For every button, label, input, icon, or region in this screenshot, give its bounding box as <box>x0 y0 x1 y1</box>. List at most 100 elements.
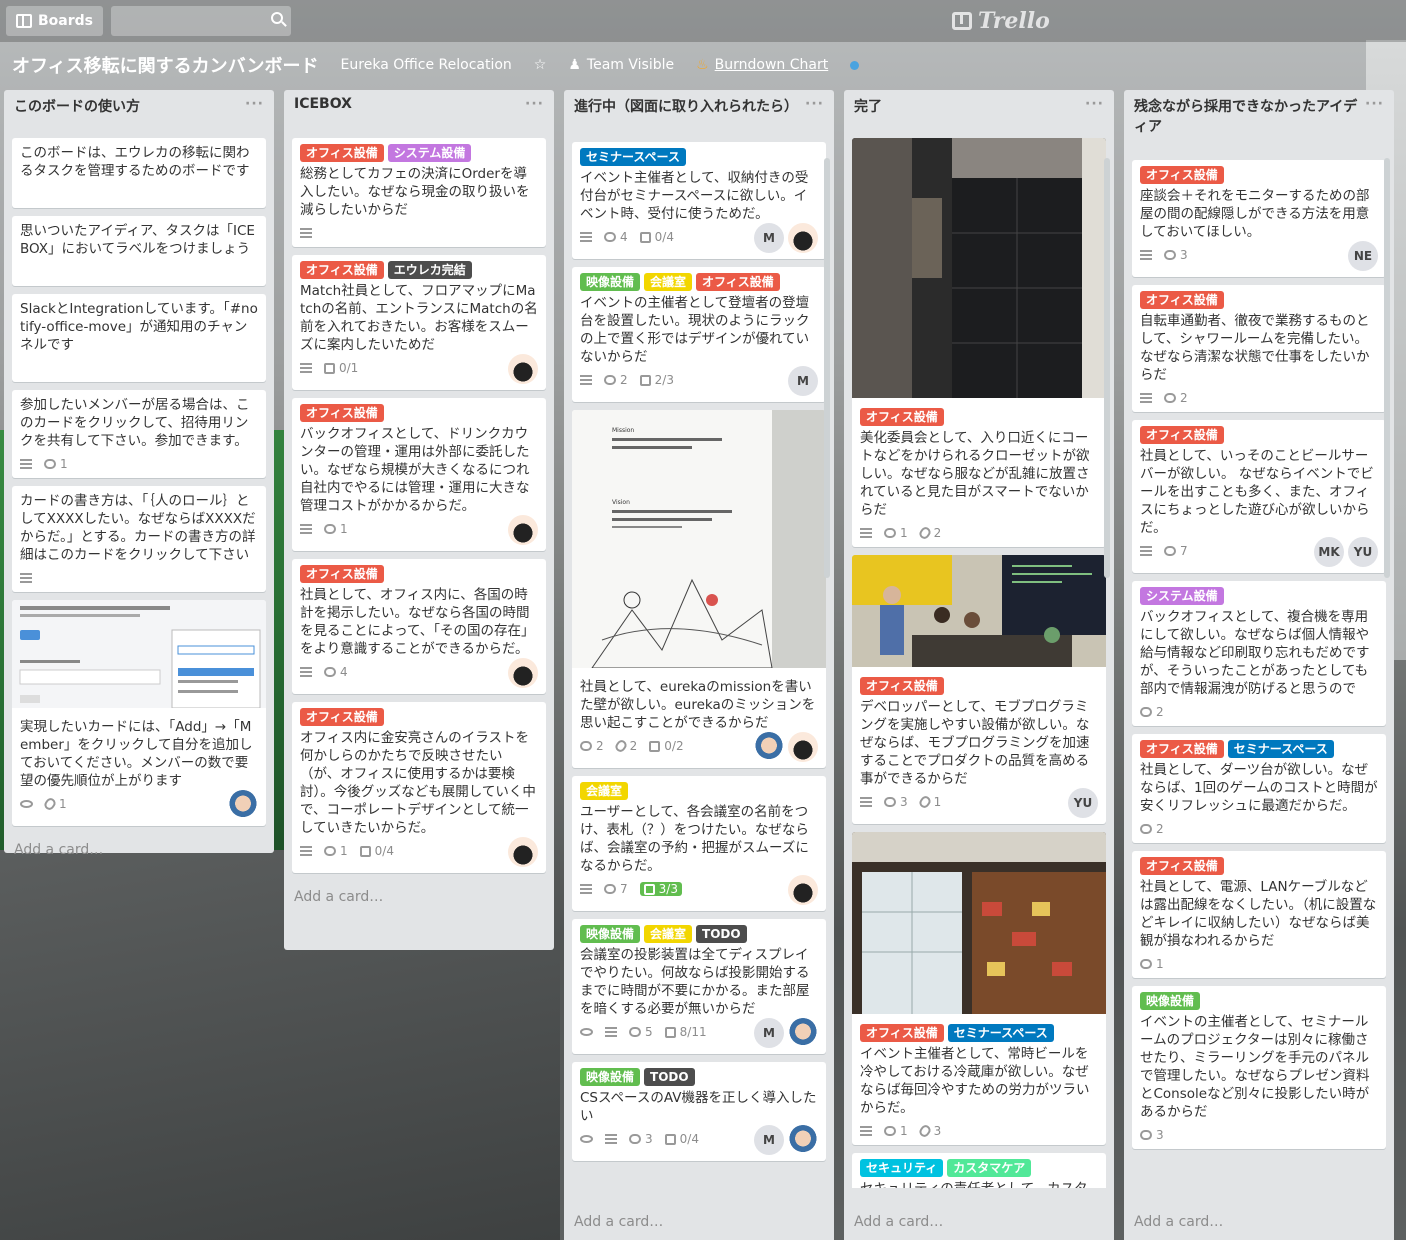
card[interactable]: システム設備 バックオフィスとして、複合機を専用にして欲しい。なぜならば個人情報や… <box>1132 581 1386 726</box>
card[interactable]: 参加したいメンバーが居る場合は、このカードをクリックして、招待用リンクを共有して… <box>12 390 266 478</box>
comment-icon <box>580 741 592 751</box>
burndown-chart-link[interactable]: ♨ Burndown Chart <box>696 57 828 73</box>
card[interactable]: オフィス設備 社員として、電源、LANケーブルなどは露出配線をなくしたい。（机に設… <box>1132 851 1386 978</box>
card-labels: オフィス設備 <box>1140 857 1378 875</box>
add-card-button[interactable]: Add a card… <box>284 881 554 915</box>
card[interactable]: オフィス設備 美化委員会として、入り口近くにコートなどをかけられるクローゼットが欲… <box>852 138 1106 547</box>
list-title[interactable]: 進行中（図面に取り入れられたら） <box>574 96 798 118</box>
card[interactable]: オフィス設備 自転車通勤者、徹夜で業務するものとして、シャワールームを完備したい。… <box>1132 285 1386 412</box>
card[interactable]: SlackとIntegrationしています。「#notify-office-m… <box>12 294 266 382</box>
member-avatar[interactable]: M <box>754 1125 784 1155</box>
list-menu-icon[interactable]: ··· <box>805 96 824 118</box>
card-labels: 映像設備 <box>1140 992 1378 1010</box>
card-badges: 0/1 <box>300 360 538 376</box>
comment-icon <box>884 1126 896 1136</box>
member-avatar[interactable] <box>788 223 818 253</box>
card-title: 思いついたアイディア、タスクは「ICE BOX」においてラベルをつけましょう <box>20 223 255 257</box>
card-members: M <box>754 1125 818 1155</box>
list-title[interactable]: このボードの使い方 <box>14 96 140 118</box>
member-avatar[interactable] <box>788 732 818 762</box>
card-labels: オフィス設備 <box>300 708 538 726</box>
comment-icon <box>44 459 56 469</box>
list-scrollbar[interactable] <box>1384 158 1390 578</box>
member-avatar[interactable]: M <box>754 223 784 253</box>
comments-badge: 1 <box>884 526 908 540</box>
list-scrollbar[interactable] <box>824 158 830 578</box>
list-scrollbar[interactable] <box>1104 158 1110 578</box>
card-label: 会議室 <box>580 782 629 800</box>
list-title[interactable]: 完了 <box>854 96 882 118</box>
card-title: このボードは、エウレカの移転に関わるタスクを管理するためのボードです <box>20 145 250 179</box>
checklist-badge: 0/4 <box>359 844 394 858</box>
comments-badge: 2 <box>580 739 604 753</box>
member-avatar[interactable]: YU <box>1348 537 1378 567</box>
card[interactable]: 実現したいカードには、「Add」→「Member」をクリックして自分を追加してお… <box>12 600 266 826</box>
card-labels: オフィス設備 <box>1140 426 1378 444</box>
member-avatar[interactable] <box>788 875 818 905</box>
list-menu-icon[interactable]: ··· <box>1085 96 1104 118</box>
search-input[interactable] <box>111 6 291 36</box>
card[interactable]: セミナースペース イベント主催者として、収納付きの受付台がセミナースペースに欲しい… <box>572 142 826 259</box>
list-menu-icon[interactable]: ··· <box>525 96 544 118</box>
card[interactable]: オフィス設備 バックオフィスとして、ドリンクカウンターの管理・運用は外部に委託した… <box>292 398 546 551</box>
card-cover-image <box>852 832 1106 1018</box>
card[interactable]: このボードは、エウレカの移転に関わるタスクを管理するためのボードです <box>12 138 266 208</box>
board-title[interactable]: オフィス移転に関するカンバンボード <box>12 52 319 78</box>
visibility-button[interactable]: ♟ Team Visible <box>568 57 674 73</box>
member-avatar[interactable] <box>508 658 538 688</box>
attachments-count: 3 <box>933 1124 942 1138</box>
board-header: オフィス移転に関するカンバンボード Eureka Office Relocati… <box>0 46 1406 84</box>
card[interactable]: 映像設備 TODO CSスペースのAV機器を正しく導入したい 3 0/4 M <box>572 1062 826 1161</box>
boards-button[interactable]: Boards <box>6 6 103 36</box>
member-avatar[interactable] <box>754 732 784 762</box>
card[interactable]: セキュリティカスタマケアセキュリティの責任者として、カスタマーサポートの部屋が <box>852 1153 1106 1188</box>
card[interactable]: オフィス設備 デベロッパーとして、モブプログラミングを実施しやすい設備が欲しい。な… <box>852 555 1106 824</box>
add-card-button[interactable]: Add a card… <box>4 834 274 868</box>
list-menu-icon[interactable]: ··· <box>245 96 264 118</box>
search-icon[interactable] <box>271 12 283 24</box>
member-avatar[interactable] <box>508 354 538 384</box>
card[interactable]: オフィス設備 システム設備 総務としてカフェの決済にOrderを導入したい。なぜなら… <box>292 138 546 247</box>
checklist-badge: 0/1 <box>324 361 358 375</box>
card-title: ユーザーとして、各会議室の名前をつけ、表札（？）をつけたい。なぜならば、会議室の… <box>580 804 809 874</box>
card[interactable]: オフィス設備 社員として、いっそのことビールサーバーが欲しい。 なぜならイベントで… <box>1132 420 1386 573</box>
card[interactable]: オフィス設備 セミナースペース イベント主催者として、常時ビールを冷やしておける冷蔵… <box>852 832 1106 1145</box>
member-avatar[interactable] <box>788 1125 818 1155</box>
card[interactable]: 映像設備 イベントの主催者として、セミナールームのプロジェクターは別々に稼働させた… <box>1132 986 1386 1149</box>
card[interactable]: カードの書き方は、「｛人のロール｝としてXXXXしたい。なぜならばXXXXだから… <box>12 486 266 592</box>
card[interactable]: 会議室ユーザーとして、各会議室の名前をつけ、表札（？）をつけたい。なぜならば、会… <box>572 776 826 911</box>
card[interactable]: Mission Vision 社員として、eurekaのmissionを書いた壁が欲… <box>572 410 826 768</box>
star-button[interactable]: ☆ <box>534 57 547 73</box>
list-menu-icon[interactable]: ··· <box>1365 96 1384 136</box>
card[interactable]: 映像設備 会議室 TODO 会議室の投影装置は全てディスプレイでやりたい。何故ならば投… <box>572 919 826 1054</box>
list-title[interactable]: 残念ながら採用できなかったアイディア <box>1134 96 1365 136</box>
member-avatar[interactable] <box>228 790 258 820</box>
add-card-button[interactable]: Add a card… <box>564 1206 834 1240</box>
card[interactable]: オフィス設備 座談会＋それをモニターするための部屋の間の配線隠しができる方法を用意… <box>1132 160 1386 277</box>
card-members: M <box>788 366 818 396</box>
card[interactable]: オフィス設備 社員として、オフィス内に、各国の時計を掲示したい。なぜなら各国の時間… <box>292 559 546 694</box>
member-avatar[interactable] <box>508 837 538 867</box>
member-avatar[interactable]: YU <box>1068 788 1098 818</box>
card[interactable]: 思いついたアイディア、タスクは「ICE BOX」においてラベルをつけましょう <box>12 216 266 286</box>
member-avatar[interactable]: NE <box>1348 241 1378 271</box>
card[interactable]: オフィス設備 オフィス内に金安亮さんのイラストを何かしらのかたちで反映させたい（が… <box>292 702 546 873</box>
member-avatar[interactable]: M <box>788 366 818 396</box>
list-title[interactable]: ICEBOX <box>294 96 352 118</box>
member-avatar[interactable]: MK <box>1314 537 1344 567</box>
comment-icon <box>1164 546 1176 556</box>
card[interactable]: オフィス設備 エウレカ完結 Match社員として、フロアマップにMatchの名前、エ… <box>292 255 546 390</box>
card[interactable]: 映像設備 会議室 オフィス設備 イベントの主催者として登壇者の登壇台を設置したい。現状… <box>572 267 826 402</box>
member-avatar[interactable] <box>788 1018 818 1048</box>
comments-badge: 3 <box>884 795 908 809</box>
card-title: 社員として、ダーツ台が欲しい。なぜならば、1回のゲームのコストと時間が安くリフレ… <box>1140 762 1378 814</box>
member-avatar[interactable] <box>508 515 538 545</box>
member-avatar[interactable]: M <box>754 1018 784 1048</box>
add-card-button[interactable]: Add a card… <box>844 1206 1114 1240</box>
board-org[interactable]: Eureka Office Relocation <box>341 57 512 73</box>
card-members: M <box>754 1018 818 1048</box>
trello-logo[interactable]: Trello <box>952 8 1050 34</box>
card-badges: 1 0/4 <box>300 843 538 859</box>
add-card-button[interactable]: Add a card… <box>1124 1206 1394 1240</box>
card[interactable]: オフィス設備 セミナースペース 社員として、ダーツ台が欲しい。なぜならば、1回のゲー… <box>1132 734 1386 843</box>
